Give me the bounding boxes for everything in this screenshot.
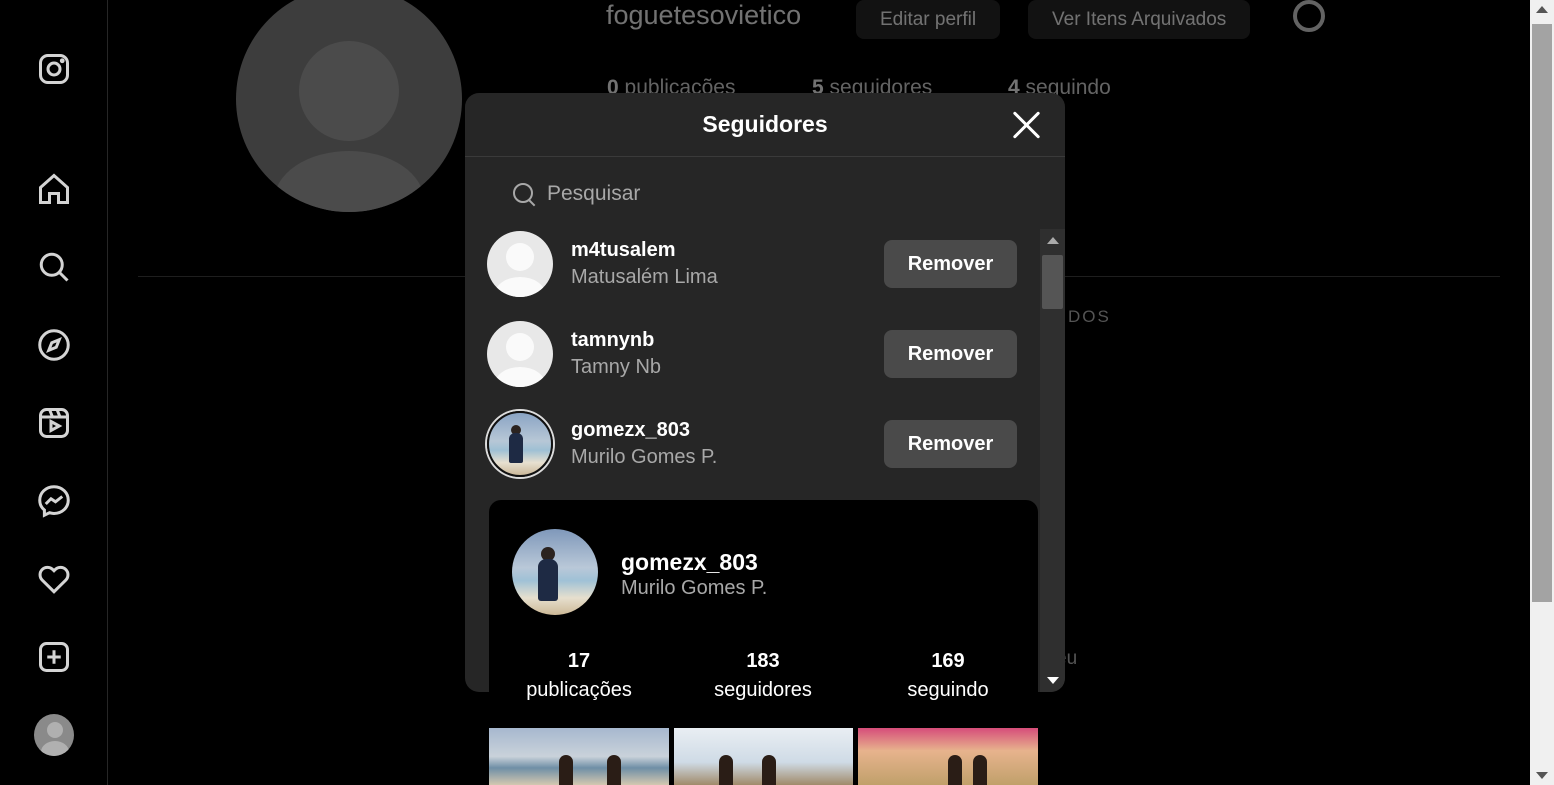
home-icon[interactable]: [34, 169, 74, 209]
search-icon: [511, 181, 537, 207]
tab-tagged[interactable]: DOS: [1068, 307, 1111, 327]
follower-username[interactable]: m4tusalem: [571, 239, 884, 262]
avatar[interactable]: [512, 529, 598, 615]
remove-button[interactable]: Remover: [884, 330, 1017, 378]
create-icon[interactable]: [34, 637, 74, 677]
profile-hover-card: gomezx_803 Murilo Gomes P. 17 publicaçõe…: [489, 500, 1038, 785]
heart-icon[interactable]: [34, 559, 74, 599]
avatar[interactable]: [487, 411, 553, 477]
page-scroll-thumb[interactable]: [1532, 24, 1552, 602]
follower-name: Matusalém Lima: [571, 266, 718, 288]
instagram-logo-icon[interactable]: [34, 49, 74, 89]
hover-card-photo-grid: [489, 728, 1038, 785]
hover-card-username[interactable]: gomezx_803: [621, 549, 758, 576]
scroll-up-arrow-icon[interactable]: [1536, 6, 1548, 13]
hover-card-posts-stat: 17 publicações: [526, 650, 632, 701]
close-icon[interactable]: [1011, 109, 1043, 141]
search-input[interactable]: [547, 182, 1007, 206]
hover-card-following-stat: 169 seguindo: [907, 650, 989, 701]
settings-gear-icon[interactable]: [1293, 0, 1325, 32]
list-item[interactable]: m4tusalem Matusalém Lima Remover: [487, 229, 1017, 299]
search-icon[interactable]: [34, 247, 74, 287]
follower-username[interactable]: gomezx_803: [571, 419, 884, 442]
avatar[interactable]: [487, 321, 553, 387]
hover-card-followers-stat: 183 seguidores: [714, 650, 812, 701]
modal-header: Seguidores: [465, 93, 1065, 157]
edit-profile-button[interactable]: Editar perfil: [856, 0, 1001, 39]
post-thumbnail[interactable]: [489, 728, 669, 785]
avatar[interactable]: [487, 231, 553, 297]
modal-title: Seguidores: [702, 111, 828, 137]
scroll-thumb[interactable]: [1042, 255, 1063, 309]
follower-name: Murilo Gomes P.: [571, 446, 718, 468]
scroll-up-arrow-icon[interactable]: [1047, 237, 1059, 244]
modal-scrollbar[interactable]: [1040, 229, 1065, 692]
remove-button[interactable]: Remover: [884, 420, 1017, 468]
messenger-icon[interactable]: [34, 481, 74, 521]
archived-items-button[interactable]: Ver Itens Arquivados: [1028, 0, 1251, 39]
hover-card-name: Murilo Gomes P.: [621, 577, 768, 599]
post-thumbnail[interactable]: [858, 728, 1038, 785]
page-scrollbar[interactable]: [1530, 0, 1554, 785]
list-item[interactable]: tamnynb Tamny Nb Remover: [487, 319, 1017, 389]
profile-avatar-large: [236, 0, 462, 212]
sidebar: [0, 0, 108, 785]
remove-button[interactable]: Remover: [884, 240, 1017, 288]
scroll-down-arrow-icon[interactable]: [1047, 677, 1059, 684]
reels-icon[interactable]: [34, 403, 74, 443]
post-thumbnail[interactable]: [673, 728, 854, 785]
follower-username[interactable]: tamnynb: [571, 329, 884, 352]
profile-username: foguetesovietico: [606, 0, 802, 30]
explore-icon[interactable]: [34, 325, 74, 365]
list-item[interactable]: gomezx_803 Murilo Gomes P. Remover: [487, 409, 1017, 479]
follower-name: Tamny Nb: [571, 356, 662, 378]
scroll-down-arrow-icon[interactable]: [1536, 772, 1548, 779]
profile-avatar[interactable]: [34, 714, 74, 756]
search-bar: [487, 169, 1043, 219]
